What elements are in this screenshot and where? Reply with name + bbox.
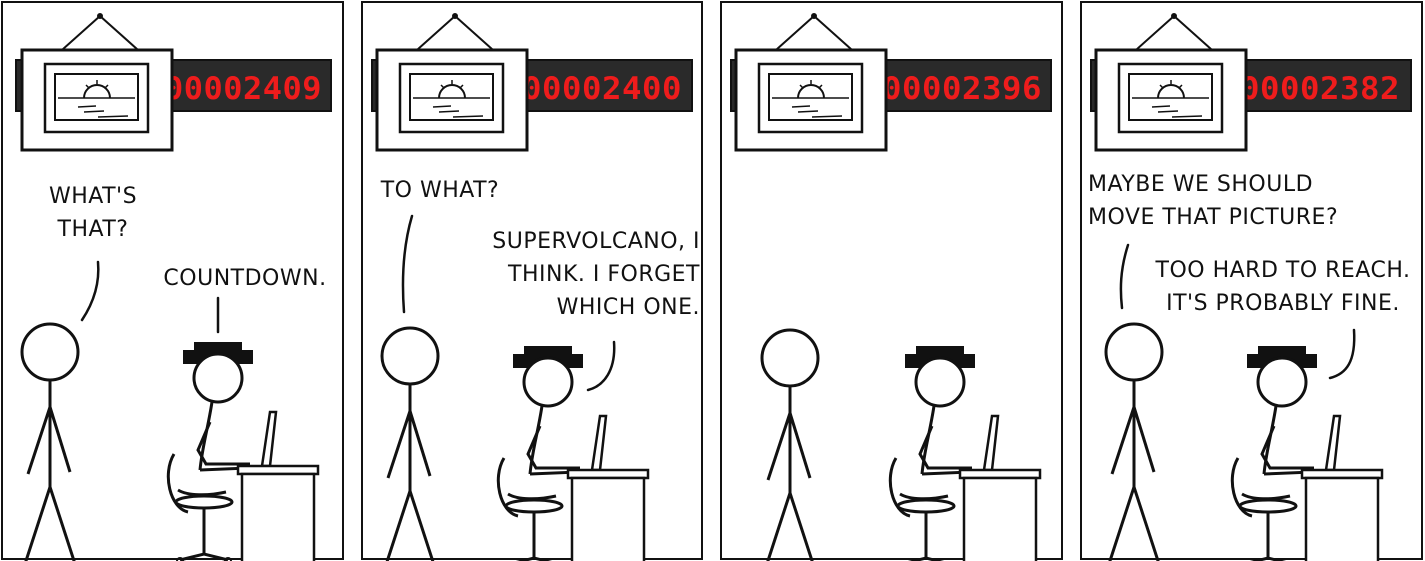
dialogue-panel-2-standing: TO WHAT?: [370, 174, 510, 207]
dialogue-line: TO WHAT?: [380, 178, 500, 203]
dialogue-line: SUPERVOLCANO, I: [492, 229, 700, 254]
dialogue-line: MAYBE WE SHOULD: [1088, 172, 1314, 197]
countdown-digits: 00002396: [882, 71, 1042, 107]
dialogue-line: THAT?: [57, 217, 129, 242]
countdown-digits: 00002400: [522, 71, 682, 107]
dialogue-line: TOO HARD TO REACH.: [1155, 258, 1411, 283]
dialogue-line: WHAT'S: [48, 184, 138, 209]
dialogue-line: WHICH ONE.: [556, 295, 700, 320]
dialogue-panel-2-seated: SUPERVOLCANO, I THINK. I FORGET WHICH ON…: [462, 225, 700, 324]
dialogue-panel-1-seated: COUNTDOWN.: [150, 262, 340, 295]
dialogue-panel-4-seated: TOO HARD TO REACH. IT'S PROBABLY FINE.: [1148, 254, 1418, 320]
dialogue-line: COUNTDOWN.: [163, 266, 327, 291]
dialogue-line: THINK. I FORGET: [508, 262, 700, 287]
dialogue-panel-1-standing: WHAT'S THAT?: [38, 180, 148, 246]
dialogue-line: MOVE THAT PICTURE?: [1088, 205, 1339, 230]
dialogue-line: IT'S PROBABLY FINE.: [1166, 291, 1400, 316]
countdown-digits: 00002409: [164, 71, 322, 107]
dialogue-panel-4-standing: MAYBE WE SHOULD MOVE THAT PICTURE?: [1088, 168, 1378, 234]
countdown-digits: 00002382: [1240, 71, 1400, 107]
